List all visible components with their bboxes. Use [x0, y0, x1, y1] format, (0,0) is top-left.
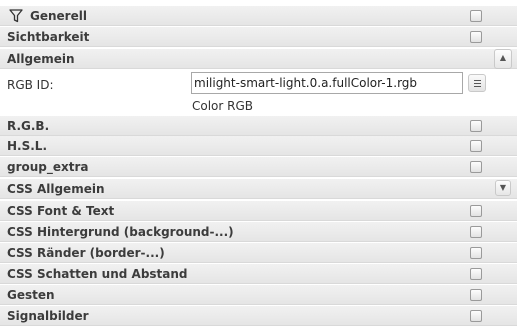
group-label: CSS Allgemein — [7, 182, 105, 196]
group-css-raender[interactable]: CSS Ränder (border-...) — [0, 243, 517, 263]
group-hsl[interactable]: H.S.L. — [0, 136, 517, 156]
group-toggle-checkbox[interactable] — [470, 10, 482, 22]
group-allgemein[interactable]: Allgemein ▲ — [0, 49, 517, 69]
group-label: CSS Ränder (border-...) — [7, 246, 165, 260]
group-css-schatten[interactable]: CSS Schatten und Abstand — [0, 264, 517, 284]
group-toggle-checkbox[interactable] — [470, 161, 482, 173]
group-css-allgemein[interactable]: CSS Allgemein ▼ — [0, 179, 517, 199]
group-signalbilder[interactable]: Signalbilder — [0, 306, 517, 326]
group-toggle-checkbox[interactable] — [470, 310, 482, 322]
group-label: R.G.B. — [7, 119, 50, 133]
chevron-down-icon[interactable]: ▼ — [495, 180, 511, 196]
group-label: Gesten — [7, 288, 55, 302]
rgb-id-input[interactable]: milight-smart-light.0.a.fullColor-1.rgb — [191, 72, 463, 94]
group-toggle-checkbox[interactable] — [470, 31, 482, 43]
group-label: Generell — [30, 9, 87, 23]
list-icon[interactable] — [468, 74, 486, 92]
group-rgb[interactable]: R.G.B. — [0, 116, 517, 136]
group-sichtbarkeit[interactable]: Sichtbarkeit — [0, 27, 517, 47]
group-label: Allgemein — [7, 52, 75, 66]
group-gesten[interactable]: Gesten — [0, 285, 517, 305]
attributes-panel: Generell Sichtbarkeit Allgemein ▲ RGB ID… — [0, 0, 517, 331]
group-css-font-text[interactable]: CSS Font & Text — [0, 201, 517, 221]
group-toggle-checkbox[interactable] — [470, 268, 482, 280]
group-extra[interactable]: group_extra — [0, 157, 517, 177]
group-toggle-checkbox[interactable] — [470, 247, 482, 259]
group-label: H.S.L. — [7, 139, 48, 153]
group-toggle-checkbox[interactable] — [470, 205, 482, 217]
group-css-hintergrund[interactable]: CSS Hintergrund (background-...) — [0, 222, 517, 242]
group-toggle-checkbox[interactable] — [470, 120, 482, 132]
group-label: CSS Font & Text — [7, 204, 115, 218]
group-label: CSS Schatten und Abstand — [7, 267, 188, 281]
rgb-id-label: RGB ID: — [7, 78, 54, 92]
group-label: Signalbilder — [7, 309, 89, 323]
group-label: Sichtbarkeit — [7, 30, 90, 44]
group-generell[interactable]: Generell — [0, 6, 517, 26]
group-toggle-checkbox[interactable] — [470, 289, 482, 301]
group-label: CSS Hintergrund (background-...) — [7, 225, 234, 239]
group-label: group_extra — [7, 160, 89, 174]
group-toggle-checkbox[interactable] — [470, 140, 482, 152]
filter-icon[interactable] — [9, 9, 23, 23]
collapse-button[interactable]: ▲ — [494, 49, 512, 69]
rgb-id-section: RGB ID: milight-smart-light.0.a.fullColo… — [0, 69, 517, 115]
group-toggle-checkbox[interactable] — [470, 226, 482, 238]
rgb-id-hint: Color RGB — [192, 99, 254, 113]
